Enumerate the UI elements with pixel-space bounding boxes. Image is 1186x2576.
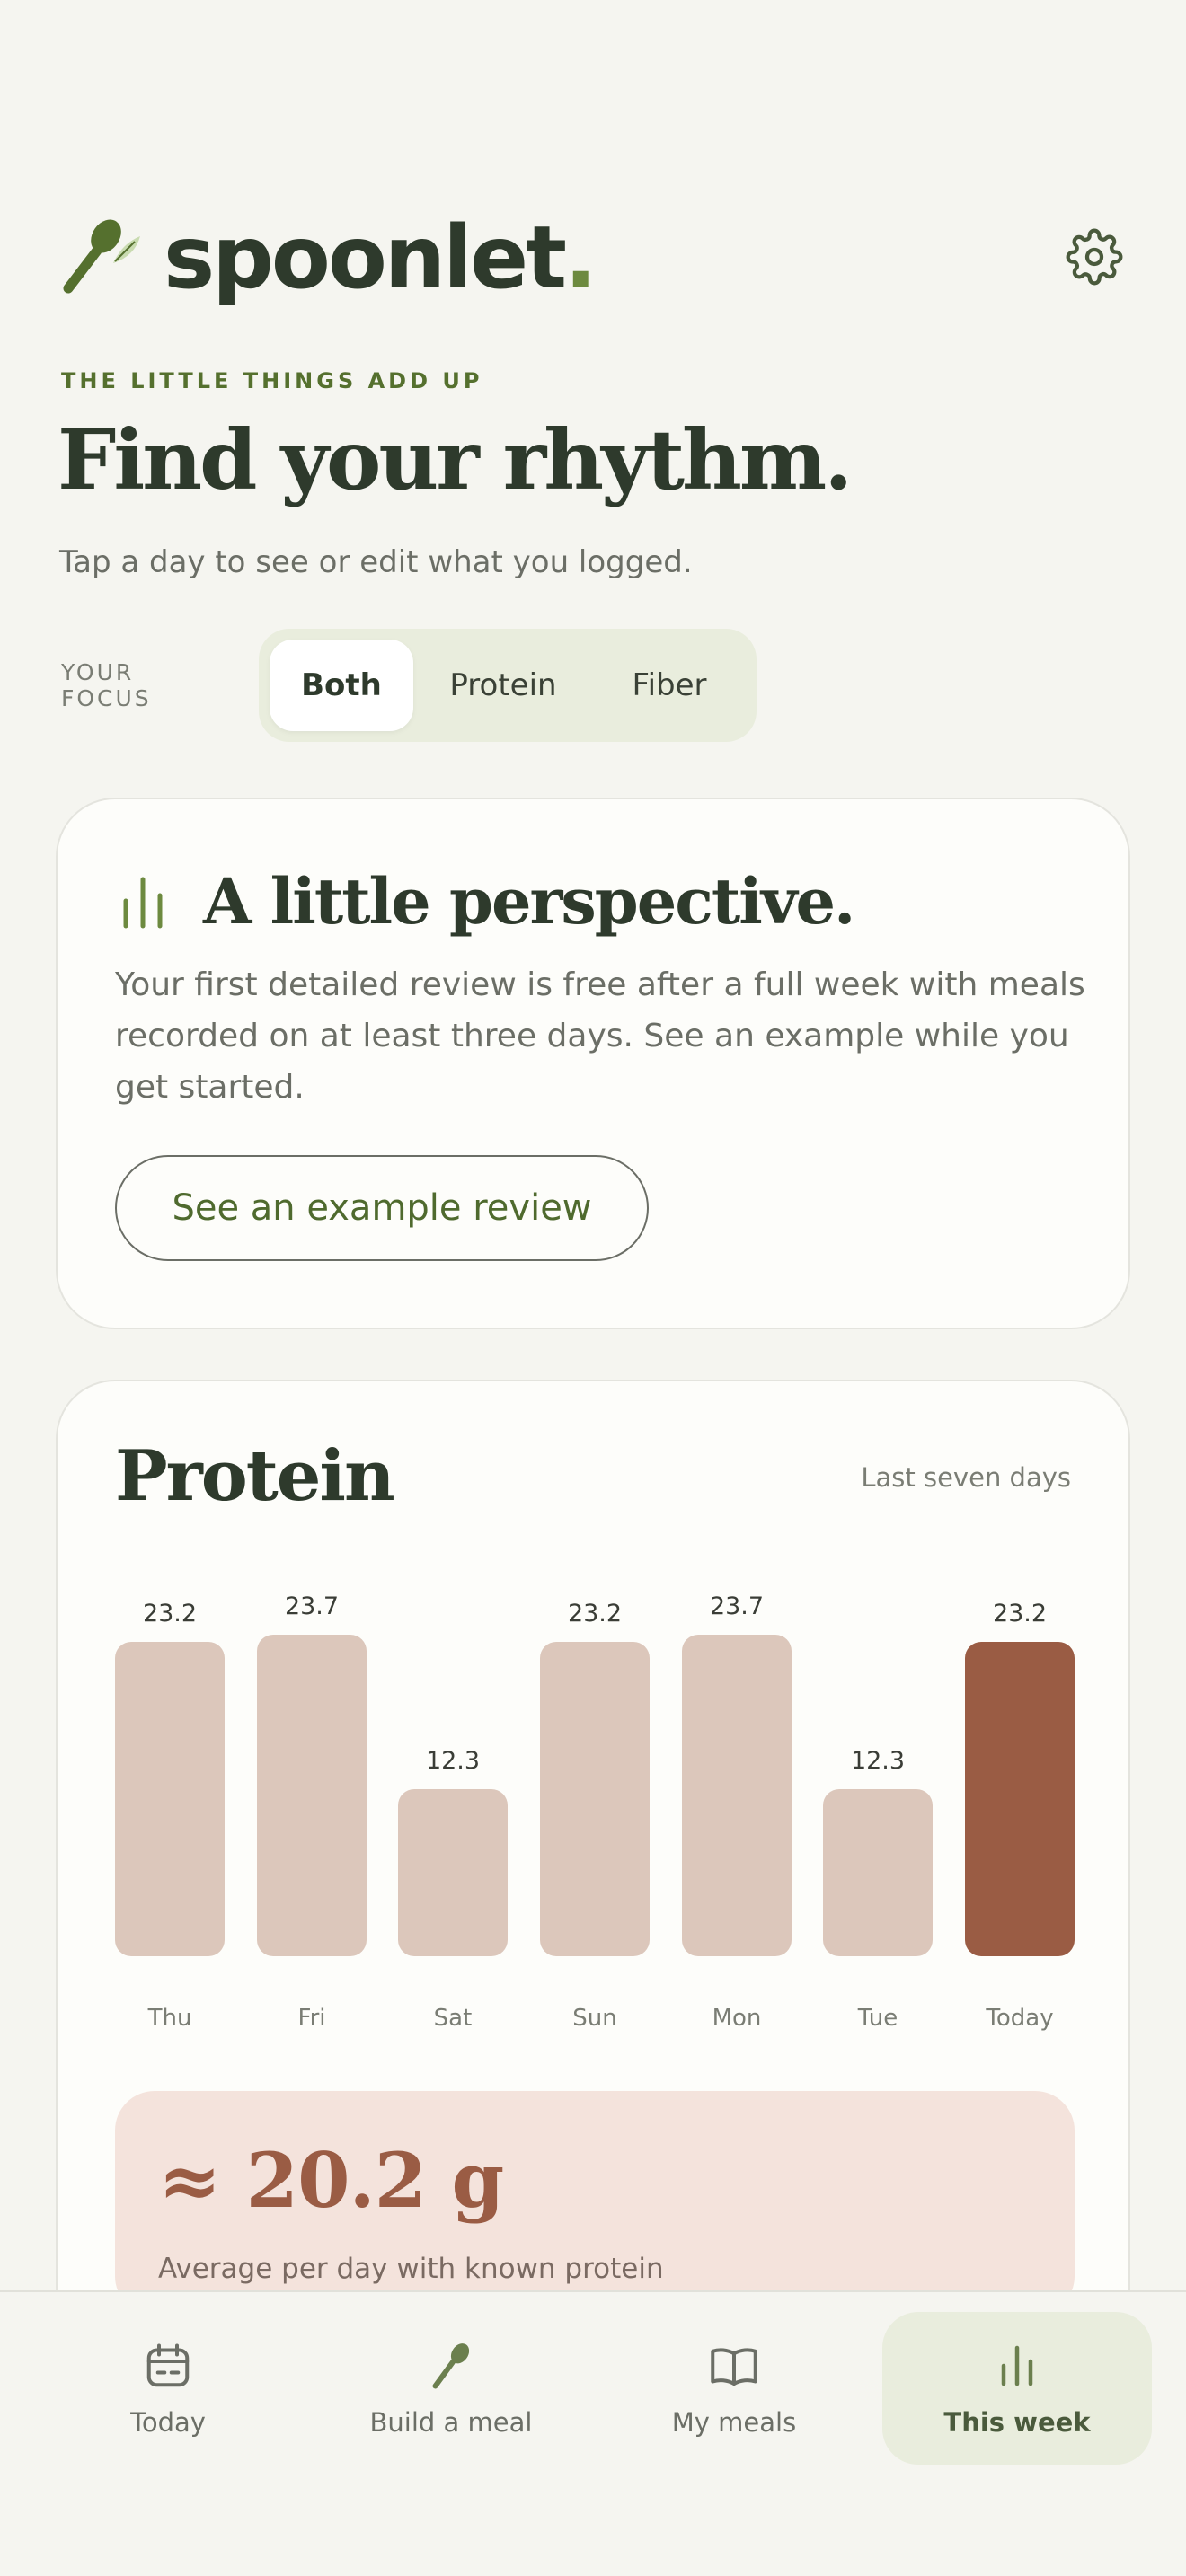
chart-bar-column[interactable]: 12.3	[823, 1579, 933, 1956]
nav-item-my-meals[interactable]: My meals	[599, 2312, 869, 2465]
chart-bar-column[interactable]: 23.2	[965, 1579, 1075, 1956]
spoon-icon	[432, 2343, 470, 2389]
app-header: spoonlet.	[59, 208, 1127, 307]
gear-icon	[1066, 228, 1123, 286]
chart-bar[interactable]	[823, 1789, 933, 1956]
chart-x-axis: Thu Fri Sat Sun Mon Tue Today	[115, 2005, 1075, 2041]
nav-label-today: Today	[130, 2407, 206, 2438]
chart-bar-value-label: 23.7	[284, 1592, 340, 1620]
chart-bar-column[interactable]: 12.3	[398, 1579, 508, 1956]
bar-chart-icon	[1001, 2345, 1033, 2386]
chart-bar-value-label: 23.2	[992, 1600, 1048, 1628]
spoon-logo-icon	[63, 219, 140, 294]
app-logo-text: spoonlet.	[164, 207, 597, 308]
perspective-body: Your first detailed review is free after…	[115, 966, 1085, 1106]
chart-x-tick-label: Tue	[857, 2005, 898, 2032]
bottom-navigation: Today Build a meal My meals This week	[0, 2290, 1186, 2576]
page-subtitle: Tap a day to see or edit what you logged…	[59, 544, 693, 580]
perspective-card: A little perspective. Your first detaile…	[56, 798, 1130, 1329]
protein-title: Protein	[115, 1435, 395, 1517]
book-icon	[711, 2348, 757, 2386]
chart-x-tick-label: Today	[986, 2005, 1054, 2032]
nav-item-build-a-meal[interactable]: Build a meal	[316, 2312, 586, 2465]
chart-bar-value-label: 23.2	[567, 1600, 623, 1628]
chart-bar-column[interactable]: 23.7	[682, 1579, 792, 1956]
focus-selector: YOUR FOCUS Both Protein Fiber	[61, 629, 757, 742]
chart-bar-column[interactable]: 23.2	[115, 1579, 225, 1956]
chart-bar[interactable]	[682, 1635, 792, 1956]
chart-x-tick-label: Sun	[572, 2005, 617, 2032]
protein-average-value: ≈ 20.2 g	[158, 2136, 504, 2225]
settings-button[interactable]	[1062, 225, 1127, 289]
chart-bar-value-label: 23.7	[709, 1592, 765, 1620]
nav-label-build-a-meal: Build a meal	[369, 2407, 533, 2438]
calendar-icon	[146, 2343, 190, 2387]
protein-bar-chart: 23.2 23.7 12.3 23.2 23.7 12.3 23.2	[115, 1579, 1075, 1956]
nav-item-today[interactable]: Today	[33, 2312, 303, 2465]
page-title: Find your rhythm.	[58, 411, 853, 508]
eyebrow-text: THE LITTLE THINGS ADD UP	[61, 368, 483, 393]
nav-item-this-week[interactable]: This week	[882, 2312, 1152, 2465]
perspective-header: A little perspective.	[115, 864, 855, 939]
nav-label-this-week: This week	[943, 2407, 1091, 2438]
date-range-label: Last seven days	[861, 1462, 1071, 1493]
chart-bar[interactable]	[965, 1642, 1075, 1956]
chart-x-tick-label: Thu	[147, 2005, 192, 2032]
chart-x-tick-label: Mon	[712, 2005, 762, 2032]
chart-bar[interactable]	[115, 1642, 225, 1956]
chart-bar-value-label: 12.3	[425, 1747, 481, 1775]
chart-bar-column[interactable]: 23.2	[540, 1579, 650, 1956]
nav-label-my-meals: My meals	[671, 2407, 797, 2438]
chart-bar-value-label: 12.3	[850, 1747, 906, 1775]
chart-bar[interactable]	[257, 1635, 367, 1956]
chart-x-tick-label: Fri	[297, 2005, 326, 2032]
chart-bar[interactable]	[540, 1642, 650, 1956]
focus-option-fiber[interactable]: Fiber	[593, 640, 746, 731]
focus-label: YOUR FOCUS	[61, 659, 152, 711]
protein-average-label: Average per day with known protein	[158, 2253, 664, 2285]
chart-bar[interactable]	[398, 1789, 508, 1956]
chart-x-tick-label: Sat	[433, 2005, 473, 2032]
focus-option-both[interactable]: Both	[270, 640, 413, 731]
see-example-review-button[interactable]: See an example review	[115, 1155, 649, 1261]
chart-bar-column[interactable]: 23.7	[257, 1579, 367, 1956]
protein-average-box: ≈ 20.2 g Average per day with known prot…	[115, 2091, 1075, 2316]
chart-bar-value-label: 23.2	[142, 1600, 198, 1628]
perspective-title: A little perspective.	[203, 864, 855, 939]
focus-segmented-control: Both Protein Fiber	[259, 629, 757, 742]
bar-chart-icon	[123, 877, 163, 928]
focus-option-protein[interactable]: Protein	[413, 640, 593, 731]
